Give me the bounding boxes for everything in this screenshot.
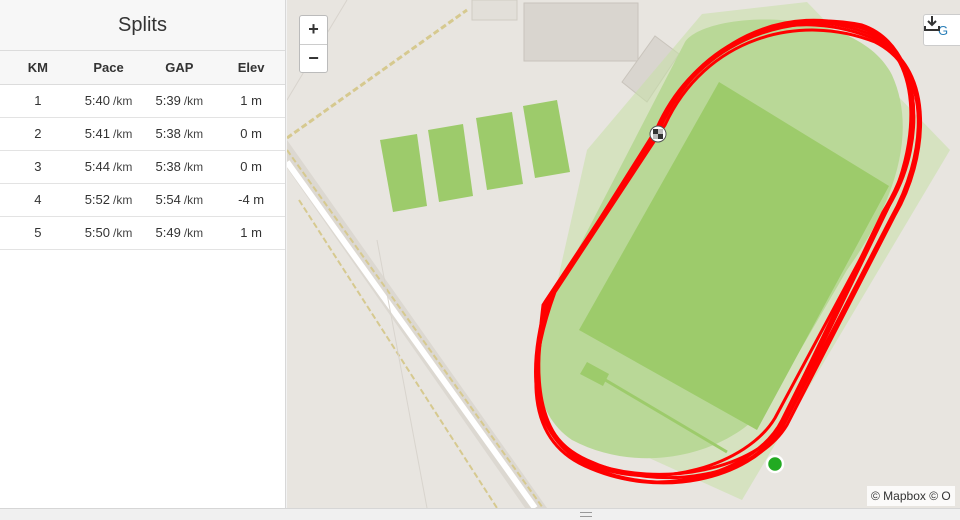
activity-view: Splits KM Pace GAP Elev 1 5:40/km 5:39/k… — [0, 0, 960, 520]
split-pace: 5:40/km — [75, 84, 142, 118]
split-elev: 1 m — [217, 216, 285, 250]
building — [471, 0, 518, 21]
split-km: 3 — [0, 150, 76, 184]
gap-unit: /km — [183, 226, 204, 240]
splits-title: Splits — [0, 0, 285, 51]
split-gap: 5:38/km — [141, 150, 218, 184]
header-gap: GAP — [141, 51, 218, 85]
splits-panel: Splits KM Pace GAP Elev 1 5:40/km 5:39/k… — [0, 0, 286, 508]
split-elev: 0 m — [217, 150, 285, 184]
pace-unit: /km — [113, 160, 133, 174]
split-km: 1 — [0, 84, 76, 118]
split-pace: 5:52/km — [75, 183, 142, 217]
header-km: KM — [0, 51, 76, 85]
splits-header-row: KM Pace GAP Elev — [0, 51, 285, 85]
splits-table: KM Pace GAP Elev 1 5:40/km 5:39/km 1 m 2… — [0, 51, 285, 250]
resize-grip-icon[interactable] — [580, 512, 592, 517]
building — [523, 2, 639, 62]
split-pace: 5:44/km — [75, 150, 142, 184]
zoom-in-button[interactable]: + — [300, 16, 327, 44]
table-row: 2 5:41/km 5:38/km 0 m — [0, 117, 285, 151]
split-pace: 5:41/km — [75, 117, 142, 151]
pace-value: 5:41 — [84, 126, 111, 141]
gap-value: 5:49 — [155, 225, 181, 240]
table-row: 1 5:40/km 5:39/km 1 m — [0, 84, 285, 118]
split-elev: -4 m — [217, 183, 285, 217]
pace-unit: /km — [113, 193, 133, 207]
header-pace: Pace — [75, 51, 142, 85]
split-gap: 5:38/km — [141, 117, 218, 151]
pace-unit: /km — [113, 94, 133, 108]
split-gap: 5:39/km — [141, 84, 218, 118]
split-elev: 0 m — [217, 117, 285, 151]
pace-value: 5:44 — [84, 159, 111, 174]
gap-value: 5:38 — [155, 126, 181, 141]
table-row: 3 5:44/km 5:38/km 0 m — [0, 150, 285, 184]
gap-value: 5:38 — [155, 159, 181, 174]
download-icon — [924, 16, 940, 31]
table-row: 4 5:52/km 5:54/km -4 m — [0, 183, 285, 217]
split-gap: 5:54/km — [141, 183, 218, 217]
split-pace: 5:50/km — [75, 216, 142, 250]
split-elev: 1 m — [217, 84, 285, 118]
start-marker-icon[interactable] — [765, 454, 785, 474]
zoom-out-button[interactable]: − — [300, 44, 327, 72]
map-attribution[interactable]: © Mapbox © O — [867, 486, 955, 506]
pace-unit: /km — [113, 226, 133, 240]
table-row: 5 5:50/km 5:49/km 1 m — [0, 216, 285, 250]
finish-flag-icon[interactable] — [649, 125, 667, 143]
pace-value: 5:50 — [84, 225, 111, 240]
header-elev: Elev — [217, 51, 285, 85]
pace-value: 5:52 — [84, 192, 111, 207]
gap-unit: /km — [183, 160, 204, 174]
download-button[interactable]: G — [923, 14, 960, 46]
gap-unit: /km — [183, 127, 204, 141]
split-gap: 5:49/km — [141, 216, 218, 250]
split-km: 5 — [0, 216, 76, 250]
gap-unit: /km — [183, 193, 204, 207]
zoom-control: + − — [299, 15, 328, 73]
pace-value: 5:40 — [84, 93, 111, 108]
gap-value: 5:39 — [155, 93, 181, 108]
map-canvas[interactable] — [287, 0, 960, 508]
panel-resize-bar[interactable] — [0, 508, 960, 520]
route-map[interactable]: + − G © Mapbox © O — [287, 0, 960, 508]
pace-unit: /km — [113, 127, 133, 141]
split-km: 4 — [0, 183, 76, 217]
split-km: 2 — [0, 117, 76, 151]
gap-unit: /km — [183, 94, 204, 108]
gap-value: 5:54 — [155, 192, 181, 207]
